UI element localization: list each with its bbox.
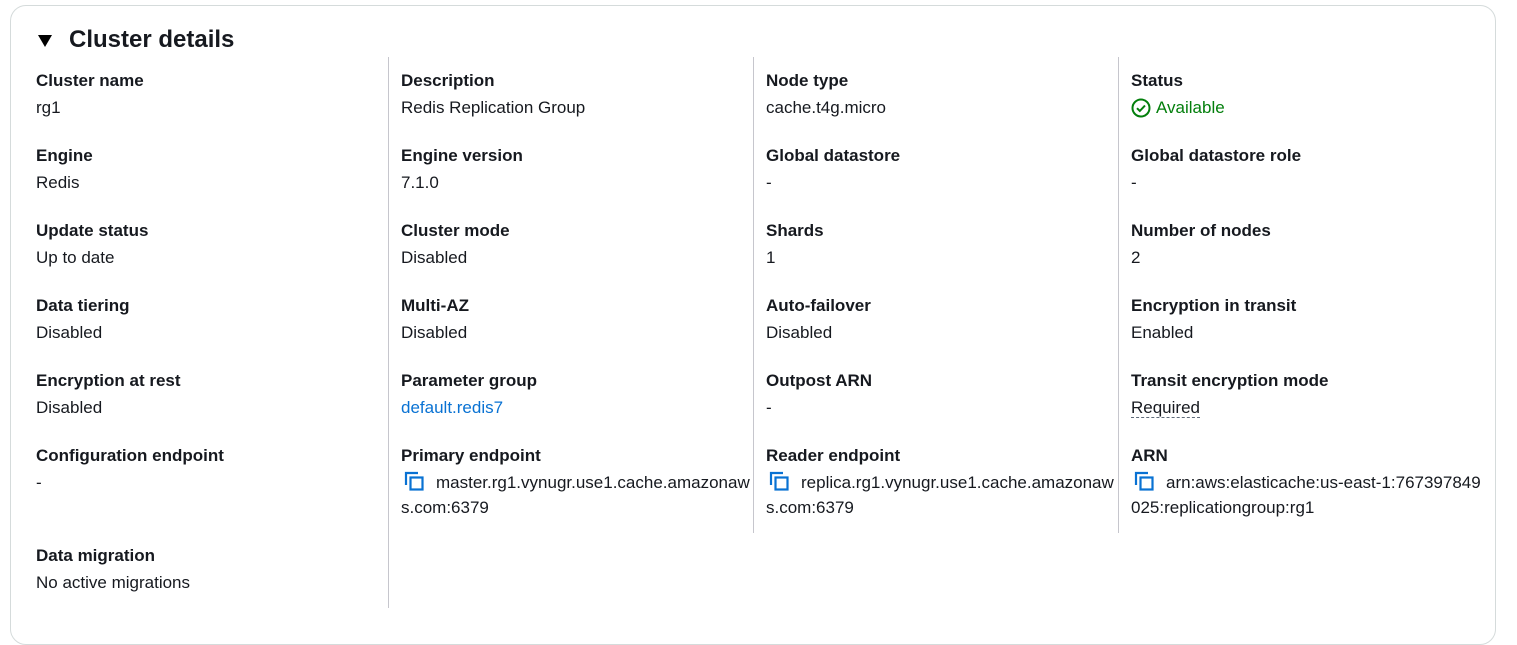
field-label: Cluster name	[36, 71, 144, 90]
field-configuration-endpoint: Configuration endpoint -	[36, 445, 386, 495]
field-value: Redis Replication Group	[401, 98, 586, 117]
field-label: Shards	[766, 221, 824, 240]
field-global-datastore: Global datastore -	[766, 145, 1116, 195]
column-divider	[753, 57, 754, 533]
field-label: Engine version	[401, 146, 523, 165]
field-cluster-name: Cluster name rg1	[36, 70, 386, 120]
field-auto-failover: Auto-failover Disabled	[766, 295, 1116, 345]
field-value: Up to date	[36, 248, 115, 267]
field-update-status: Update status Up to date	[36, 220, 386, 270]
field-label: Data tiering	[36, 296, 130, 315]
field-label: Auto-failover	[766, 296, 871, 315]
field-status: Status Available	[1131, 70, 1481, 120]
field-label: Multi-AZ	[401, 296, 469, 315]
field-value: rg1	[36, 98, 61, 117]
field-value: Redis	[36, 173, 80, 192]
field-value: -	[766, 398, 772, 417]
field-description: Description Redis Replication Group	[401, 70, 751, 120]
field-label: Transit encryption mode	[1131, 371, 1329, 390]
copy-icon[interactable]	[404, 471, 424, 491]
reader-endpoint-value: replica.rg1.vynugr.use1.cache.amazonaws.…	[766, 473, 1114, 517]
field-value: -	[1131, 173, 1137, 192]
field-label: Engine	[36, 146, 93, 165]
parameter-group-link[interactable]: default.redis7	[401, 398, 503, 417]
field-cluster-mode: Cluster mode Disabled	[401, 220, 751, 270]
copy-icon[interactable]	[1134, 471, 1154, 491]
field-encryption-at-rest: Encryption at rest Disabled	[36, 370, 386, 420]
field-node-type: Node type cache.t4g.micro	[766, 70, 1116, 120]
field-value: Disabled	[36, 398, 103, 417]
field-label: Status	[1131, 71, 1183, 90]
field-label: Encryption at rest	[36, 371, 181, 390]
field-label: Data migration	[36, 546, 156, 565]
field-value: Disabled	[36, 323, 103, 342]
field-primary-endpoint: Primary endpoint master.rg1.vynugr.use1.…	[401, 445, 751, 520]
field-label: Cluster mode	[401, 221, 510, 240]
status-value: Available	[1156, 98, 1225, 117]
field-label: Global datastore role	[1131, 146, 1302, 165]
field-value: No active migrations	[36, 573, 191, 592]
field-value: 1	[766, 248, 776, 267]
transit-encryption-mode-popover[interactable]: Required	[1131, 398, 1200, 418]
field-label: Update status	[36, 221, 149, 240]
field-label: Outpost ARN	[766, 371, 873, 390]
field-value: Disabled	[401, 323, 468, 342]
panel-title: Cluster details	[69, 26, 235, 53]
field-value: -	[766, 173, 772, 192]
field-label: Description	[401, 71, 495, 90]
field-label: Global datastore	[766, 146, 901, 165]
field-arn: ARN arn:aws:elasticache:us-east-1:767397…	[1131, 445, 1481, 520]
field-encryption-in-transit: Encryption in transit Enabled	[1131, 295, 1481, 345]
column-divider	[388, 57, 389, 608]
field-label: Encryption in transit	[1131, 296, 1297, 315]
field-value: cache.t4g.micro	[766, 98, 886, 117]
field-value: Enabled	[1131, 323, 1194, 342]
field-value: 7.1.0	[401, 173, 439, 192]
field-multi-az: Multi-AZ Disabled	[401, 295, 751, 345]
field-reader-endpoint: Reader endpoint replica.rg1.vynugr.use1.…	[766, 445, 1116, 520]
field-value: Disabled	[766, 323, 833, 342]
field-label: Configuration endpoint	[36, 446, 224, 465]
check-circle-icon	[1131, 98, 1151, 117]
column-divider	[1118, 57, 1119, 533]
caret-down-icon[interactable]	[38, 35, 52, 47]
field-label: ARN	[1131, 446, 1168, 465]
field-label: Primary endpoint	[401, 446, 541, 465]
field-label: Node type	[766, 71, 849, 90]
field-label: Parameter group	[401, 371, 538, 390]
field-data-migration: Data migration No active migrations	[36, 545, 386, 595]
field-value: Disabled	[401, 248, 468, 267]
copy-icon[interactable]	[769, 471, 789, 491]
arn-value: arn:aws:elasticache:us-east-1:7673978490…	[1131, 473, 1481, 517]
field-label: Reader endpoint	[766, 446, 901, 465]
field-number-of-nodes: Number of nodes 2	[1131, 220, 1481, 270]
field-data-tiering: Data tiering Disabled	[36, 295, 386, 345]
field-value: -	[36, 473, 42, 492]
field-engine: Engine Redis	[36, 145, 386, 195]
field-transit-encryption-mode: Transit encryption mode Required	[1131, 370, 1481, 420]
field-label: Number of nodes	[1131, 221, 1271, 240]
field-outpost-arn: Outpost ARN -	[766, 370, 1116, 420]
cluster-details-header[interactable]: Cluster details	[38, 24, 234, 56]
field-value: 2	[1131, 248, 1141, 267]
primary-endpoint-value: master.rg1.vynugr.use1.cache.amazonaws.c…	[401, 473, 750, 517]
field-parameter-group: Parameter group default.redis7	[401, 370, 751, 420]
field-engine-version: Engine version 7.1.0	[401, 145, 751, 195]
field-global-datastore-role: Global datastore role -	[1131, 145, 1481, 195]
field-shards: Shards 1	[766, 220, 1116, 270]
